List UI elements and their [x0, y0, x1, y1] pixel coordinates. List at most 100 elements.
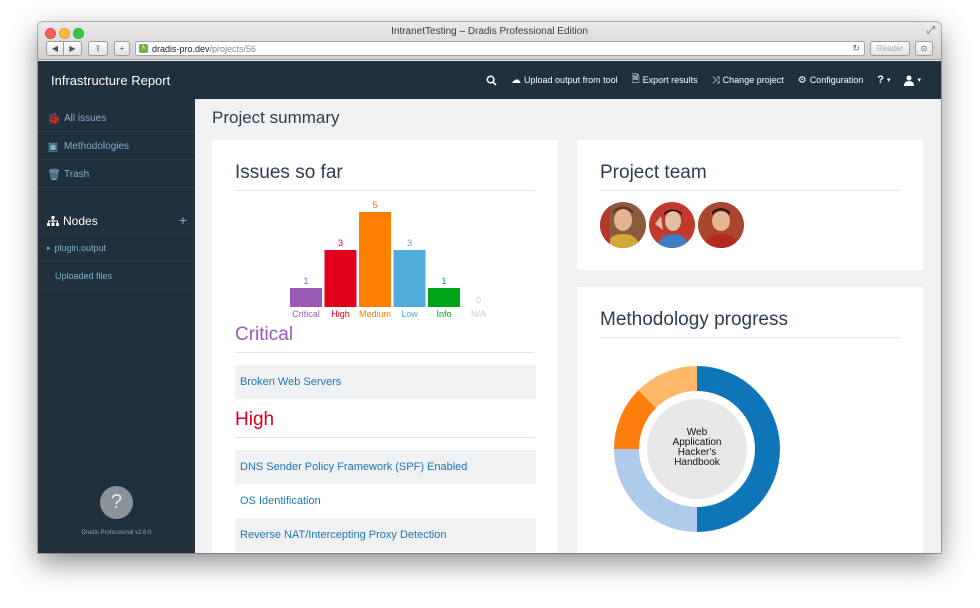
browser-chrome: IntranetTesting – Dradis Professional Ed…	[38, 22, 941, 60]
issue-row[interactable]: DNS Sender Policy Framework (SPF) Enable…	[235, 450, 536, 484]
bar-category-label: Critical	[292, 309, 320, 319]
search-icon	[486, 75, 497, 86]
help-button[interactable]: ?	[100, 486, 133, 519]
bar-value-label: 1	[303, 276, 308, 286]
fullscreen-icon[interactable]: ⤢	[927, 25, 935, 36]
forward-button[interactable]: ▶	[64, 41, 82, 56]
window-title: IntranetTesting – Dradis Professional Ed…	[391, 26, 588, 37]
bar-value-label: 3	[407, 238, 412, 248]
export-icon: 🗎	[631, 73, 640, 85]
methodology-name-line: Handbook	[674, 457, 721, 468]
add-node-button[interactable]: +	[179, 212, 187, 228]
bar-value-label: 0	[476, 295, 481, 305]
team-title: Project team	[600, 162, 900, 191]
book-icon: ▣	[47, 140, 59, 153]
avatar[interactable]	[698, 202, 744, 248]
bug-icon: 🐞	[47, 112, 61, 125]
url-host: dradis-pro.dev	[152, 43, 210, 54]
node-item-uploaded-files[interactable]: Uploaded files	[38, 263, 195, 290]
user-dropdown[interactable]: ▾	[904, 75, 921, 86]
sidebar-item-all-issues[interactable]: 🐞 All issues	[38, 105, 195, 132]
avatar[interactable]	[649, 202, 695, 248]
team-panel: Project team	[577, 140, 923, 270]
bar-info[interactable]	[428, 288, 460, 307]
bar-category-label: High	[331, 309, 350, 319]
node-label: Uploaded files	[55, 271, 113, 281]
configuration-label: Configuration	[809, 75, 864, 85]
upload-output-link[interactable]: ☁ Upload output from tool	[511, 75, 618, 86]
favicon-icon: λ	[139, 44, 148, 53]
plus-icon: +	[119, 44, 125, 53]
bar-category-label: Info	[436, 309, 451, 319]
bar-category-label: N/A	[471, 309, 486, 319]
node-item-plugin-output[interactable]: ▸ plugin.output	[38, 235, 195, 262]
issues-bar-chart: 1 Critical 3 High 5 Medium 3 Low 1 Info 0 N/A	[290, 200, 486, 319]
bar-medium[interactable]	[359, 212, 391, 307]
nodes-header: Nodes +	[38, 208, 195, 234]
sidebar-item-label: All issues	[64, 112, 107, 124]
issue-row[interactable]: OS Identification	[235, 484, 536, 518]
export-results-link[interactable]: 🗎 Export results	[632, 72, 698, 89]
share-button[interactable]: ⇪	[88, 41, 108, 56]
reader-button[interactable]: Reader	[870, 41, 910, 56]
nodes-label: Nodes	[63, 213, 98, 228]
export-results-label: Export results	[642, 75, 698, 85]
bar-value-label: 3	[338, 238, 343, 248]
sidebar-item-label: Trash	[64, 168, 90, 180]
sidebar-item-methodologies[interactable]: ▣ Methodologies	[38, 133, 195, 160]
issues-panel: Issues so far 1 Critical 3 High 5 Medium 3 Low 1…	[212, 140, 558, 553]
sidebar: 🐞 All issues ▣ Methodologies 🗑 Trash Nod…	[38, 99, 195, 553]
url-path: /projects/56	[209, 43, 257, 54]
search-button[interactable]	[486, 75, 497, 86]
download-icon: ⊙	[920, 44, 928, 53]
bar-high[interactable]	[324, 250, 357, 307]
shuffle-icon: ⤨	[711, 74, 720, 86]
severity-heading-critical: Critical	[235, 324, 535, 353]
sitemap-icon	[47, 215, 59, 226]
upload-output-label: Upload output from tool	[524, 75, 618, 85]
app-navbar: Infrastructure Report ☁ Upload output fr…	[38, 61, 941, 99]
change-project-label: Change project	[722, 75, 784, 85]
bar-category-label: Medium	[359, 309, 391, 319]
main-content: Project summary Issues so far 1 Critical 3…	[195, 99, 941, 553]
caret-down-icon: ▾	[917, 77, 921, 84]
share-icon: ⇪	[94, 44, 102, 53]
avatar[interactable]	[600, 202, 646, 248]
add-bookmark-button[interactable]: +	[114, 41, 130, 56]
sidebar-item-trash[interactable]: 🗑 Trash	[38, 161, 195, 188]
user-icon	[904, 75, 915, 86]
methodology-title: Methodology progress	[600, 309, 900, 338]
methodology-panel: Methodology progress Web Application Hacke…	[577, 287, 923, 553]
severity-heading-high: High	[235, 409, 535, 438]
bar-low[interactable]	[393, 250, 426, 307]
issue-row[interactable]: Reverse NAT/Intercepting Proxy Detection	[235, 518, 536, 552]
issues-title: Issues so far	[235, 162, 535, 191]
forward-arrow-icon: ▶	[69, 44, 76, 53]
caret-right-icon[interactable]: ▸	[47, 244, 51, 252]
help-dropdown[interactable]: ? ▾	[877, 74, 890, 86]
back-button[interactable]: ◀	[46, 41, 64, 56]
bar-value-label: 1	[441, 276, 446, 286]
page-title: Project summary	[212, 108, 340, 127]
address-bar[interactable]: λ dradis-pro.dev/projects/56 ↻	[135, 41, 865, 56]
project-brand[interactable]: Infrastructure Report	[51, 73, 170, 88]
bar-critical[interactable]	[290, 288, 322, 307]
reload-icon[interactable]: ↻	[852, 43, 860, 54]
issue-row[interactable]: Broken Web Servers	[235, 365, 536, 399]
back-arrow-icon: ◀	[51, 44, 59, 53]
sidebar-item-label: Methodologies	[64, 140, 130, 152]
change-project-link[interactable]: ⤨ Change project	[712, 75, 784, 86]
help-label: ?	[877, 74, 884, 86]
version-label: Dradis Professional v2.6.0	[81, 530, 152, 536]
bar-category-label: Low	[401, 309, 418, 319]
gear-icon: ⚙	[797, 74, 807, 86]
caret-down-icon: ▾	[886, 77, 891, 84]
configuration-link[interactable]: ⚙ Configuration	[798, 75, 864, 86]
methodology-donut-chart[interactable]: WebApplicationHacker'sHandbook	[607, 359, 787, 539]
trash-icon: 🗑	[47, 168, 61, 181]
bar-value-label: 5	[372, 200, 377, 210]
browser-window: IntranetTesting – Dradis Professional Ed…	[38, 22, 941, 553]
downloads-button[interactable]: ⊙	[915, 41, 933, 56]
node-label: plugin.output	[54, 243, 107, 253]
upload-cloud-icon: ☁	[511, 74, 522, 86]
